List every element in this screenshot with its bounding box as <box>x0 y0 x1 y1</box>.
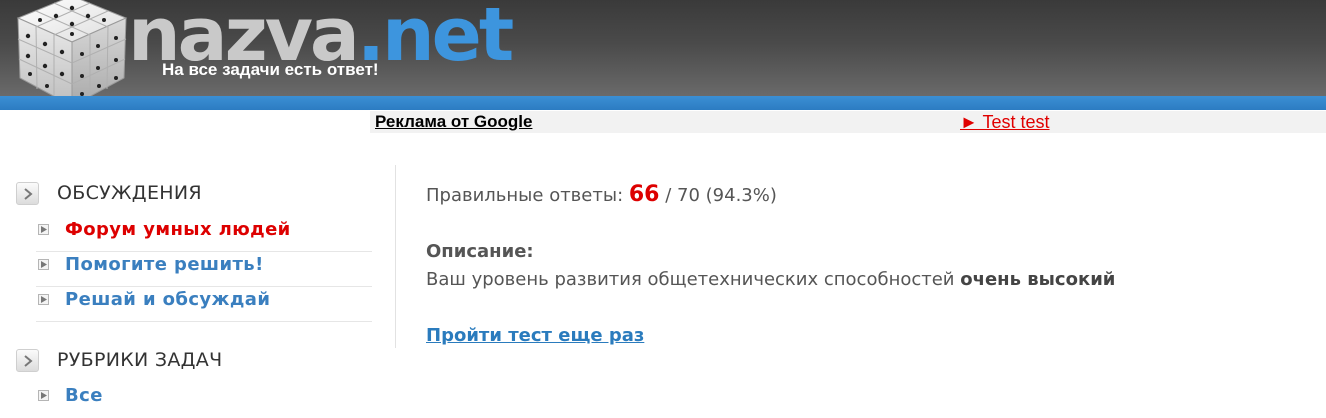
sidebar-item-all[interactable]: Все <box>36 383 372 418</box>
sidebar-item-label: Помогите решить! <box>65 254 264 275</box>
sidebar-section-title: ОБСУЖДЕНИЯ <box>57 182 202 204</box>
sidebar-divider <box>395 165 396 348</box>
site-tagline: На все задачи есть ответ! <box>162 60 379 79</box>
sidebar-item-label: Все <box>65 385 103 406</box>
sidebar-item-solve-discuss[interactable]: Решай и обсуждай <box>36 287 372 322</box>
description-body: Ваш уровень развития общетехнических спо… <box>426 269 955 290</box>
correct-answers-value: 66 <box>628 182 660 207</box>
description-emphasis: очень высокий <box>960 269 1116 290</box>
sidebar-item-help-solve[interactable]: Помогите решить! <box>36 252 372 287</box>
site-header: nazva.net На все задачи есть ответ! <box>0 0 1326 107</box>
retry-test-link[interactable]: Пройти тест еще раз <box>426 325 644 346</box>
description-text: Ваш уровень развития общетехнических спо… <box>426 269 1115 290</box>
sidebar-item-label: Решай и обсуждай <box>65 289 271 310</box>
sidebar-section-title: РУБРИКИ ЗАДАЧ <box>57 349 223 371</box>
ads-by-google-link[interactable]: Реклама от Google <box>375 112 532 132</box>
chevron-right-icon[interactable] <box>16 182 39 205</box>
sidebar: ОБСУЖДЕНИЯ Форум умных людей Помогите ре… <box>0 165 396 407</box>
description-heading: Описание: <box>426 241 534 262</box>
header-blue-stripe <box>0 96 1326 110</box>
sidebar-item-forum[interactable]: Форум умных людей <box>36 217 372 252</box>
dice-logo-icon[interactable] <box>12 0 132 110</box>
score-line: Правильные ответы: 66 / 70 (94.3%) <box>426 182 777 207</box>
total-answers-text: / 70 (94.3%) <box>665 185 777 206</box>
ad-bar: Реклама от Google ► Test test <box>370 111 1326 133</box>
chevron-right-icon[interactable] <box>16 349 39 372</box>
ad-link[interactable]: ► Test test <box>960 112 1050 133</box>
arrow-bullet-icon <box>38 390 49 401</box>
sidebar-item-label: Форум умных людей <box>65 219 291 240</box>
logo-part-net: .net <box>356 0 514 78</box>
arrow-bullet-icon <box>38 294 49 305</box>
correct-answers-label: Правильные ответы: <box>426 185 624 206</box>
arrow-bullet-icon <box>38 224 49 235</box>
arrow-bullet-icon <box>38 259 49 270</box>
